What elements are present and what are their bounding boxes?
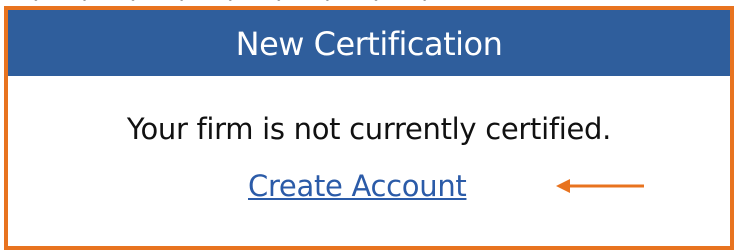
new-certification-card: New Certification Your firm is not curre… xyxy=(4,6,734,250)
certification-status-text: Your firm is not currently certified. xyxy=(126,112,612,146)
card-title: New Certification xyxy=(235,25,503,63)
screenshot-stage: • ⁀ • ⁀ • ⁀ • ⁀ • ⁀ • ⁀ • ⁀ • ⁀ • New Ce… xyxy=(0,0,734,250)
create-account-link[interactable]: Create Account xyxy=(248,169,467,203)
left-arrow-icon xyxy=(556,179,644,193)
card-header: New Certification xyxy=(8,10,730,76)
